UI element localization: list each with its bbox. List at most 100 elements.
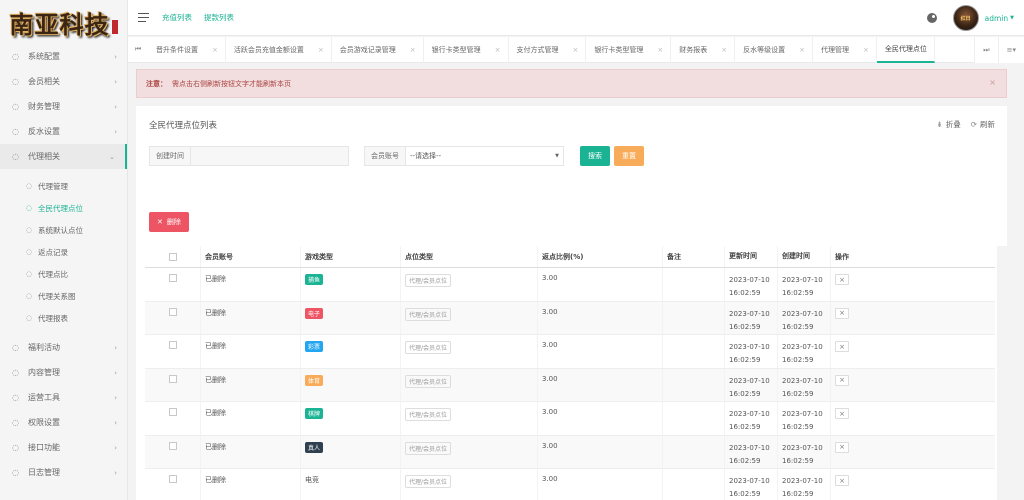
sidebar-subitem[interactable]: ◌ 返点记录 (0, 241, 127, 263)
cell-updated: 2023-07-10 16:02:59 (725, 402, 778, 435)
sidebar-item[interactable]: ◌ 接口功能 › (0, 435, 127, 460)
sidebar-item[interactable]: ◌ 日志管理 › (0, 460, 127, 485)
member-account-select[interactable]: --请选择-- ▼ (406, 147, 563, 165)
game-type-badge: 体育 (305, 374, 324, 386)
tab-item[interactable]: 活跃会员充值金额设置 × (226, 36, 332, 63)
table-row: 已删除 棋牌 代理/会员点位 3.00 2023-07-10 16:02:59 2023-0… (145, 402, 995, 436)
sidebar-subitem[interactable]: ◌ 代理报表 (0, 307, 127, 329)
sidebar-item[interactable]: ◌ 代理相关 ⌄ (0, 144, 127, 169)
close-icon[interactable]: × (495, 46, 501, 54)
close-icon[interactable]: × (573, 46, 579, 54)
search-button[interactable]: 搜索 (580, 146, 610, 166)
sidebar-item-label: 财务管理 (28, 102, 60, 111)
chevron-right-icon: › (114, 368, 117, 377)
circle-icon: ◌ (12, 368, 19, 377)
sidebar-item[interactable]: ◌ 内容管理 › (0, 360, 127, 385)
sidebar-item[interactable]: ◌ 运营工具 › (0, 385, 127, 410)
caret-down-icon[interactable]: ▼ (1010, 15, 1014, 21)
updated-time: 16:02:59 (729, 356, 761, 364)
row-delete-button[interactable]: × (835, 341, 849, 352)
row-delete-button[interactable]: × (835, 274, 849, 285)
updated-time: 16:02:59 (729, 423, 761, 431)
header-actions: 操作 (835, 252, 849, 261)
alert-close-icon[interactable]: × (989, 78, 996, 87)
cell-point-type: 代理/会员点位 (401, 368, 538, 401)
tab-item[interactable]: 全民代理点位 (876, 36, 935, 63)
refresh-button[interactable]: ⟳ 刷新 (971, 119, 995, 130)
avatar[interactable]: 红日 (952, 5, 979, 31)
top-link-recharge[interactable]: 充值列表 (162, 12, 192, 23)
theme-palette-icon[interactable] (926, 13, 937, 23)
sidebar-item[interactable]: ◌ 权限设置 › (0, 410, 127, 435)
cell-created: 2023-07-10 16:02:59 (778, 368, 831, 401)
tab-item[interactable]: 反水等级设置 × (735, 36, 813, 63)
avatar-text: 红日 (960, 15, 971, 22)
row-checkbox[interactable] (168, 475, 177, 483)
tab-item[interactable]: 银行卡类型管理 × (424, 36, 509, 63)
point-type-tag: 代理/会员点位 (405, 307, 452, 321)
row-delete-button[interactable]: × (835, 475, 849, 486)
tab-item[interactable]: 支付方式管理 × (509, 36, 587, 63)
sidebar-item[interactable]: ◌ 反水设置 › (0, 119, 127, 144)
row-checkbox[interactable] (168, 274, 177, 282)
tab-item[interactable]: 代理管理 × (813, 36, 877, 63)
sidebar-subitem[interactable]: ◌ 全民代理点位 (0, 197, 127, 219)
tab-scroll-left-icon[interactable]: ⏮ (128, 45, 148, 54)
sidebar-item[interactable]: ◌ 福利活动 › (0, 335, 127, 360)
tab-item[interactable]: 会员游戏记录管理 × (332, 36, 424, 63)
sidebar-item[interactable]: ◌ 系统配置 › (0, 44, 127, 69)
row-checkbox[interactable] (168, 374, 177, 383)
top-link-withdraw[interactable]: 提款列表 (204, 12, 234, 23)
row-checkbox[interactable] (168, 307, 177, 316)
collapse-button[interactable]: ⇟ 折叠 (936, 119, 960, 130)
checkbox-cell (145, 301, 201, 334)
row-checkbox[interactable] (168, 441, 177, 450)
close-icon[interactable]: × (863, 46, 869, 54)
tab-label: 晋升条件设置 (156, 45, 198, 54)
select-all-checkbox[interactable] (168, 252, 177, 261)
tab-scroll-right-icon[interactable]: ⏭ (974, 37, 997, 63)
cell-actions: × (831, 369, 995, 402)
delete-button[interactable]: ✕ 删除 (149, 212, 189, 232)
close-icon[interactable]: × (657, 46, 663, 54)
close-icon[interactable]: × (799, 46, 805, 54)
circle-icon: ◌ (12, 343, 19, 352)
tab-item[interactable]: 银行卡类型管理 × (586, 36, 672, 63)
table-scrollbar[interactable] (997, 246, 1007, 500)
hamburger-icon[interactable] (138, 13, 149, 22)
sidebar-subitem[interactable]: ◌ 代理点比 (0, 263, 127, 285)
row-delete-button[interactable]: × (835, 441, 849, 453)
tab-item[interactable]: 财务报表 × (671, 36, 736, 63)
tab-menu-icon[interactable]: ≡▾ (997, 37, 1024, 63)
row-delete-button[interactable]: × (835, 374, 849, 386)
header-updated: 更新时间 (725, 246, 778, 267)
close-icon[interactable]: × (212, 46, 218, 54)
cell-account: 已删除 (201, 335, 301, 368)
updated-time: 16:02:59 (729, 456, 761, 465)
sidebar-item[interactable]: ◌ 财务管理 › (0, 94, 127, 119)
reset-button[interactable]: 重置 (614, 146, 644, 166)
created-date: 2023-07-10 (782, 410, 823, 418)
close-icon[interactable]: × (721, 46, 727, 54)
created-time-input[interactable] (191, 147, 348, 165)
sidebar-subitem[interactable]: ◌ 代理关系图 (0, 285, 127, 307)
header-rebate-ratio: 返点比例(%) (538, 246, 663, 267)
row-checkbox[interactable] (168, 408, 177, 416)
sidebar-subitem[interactable]: ◌ 系统默认点位 (0, 219, 127, 241)
close-icon[interactable]: × (318, 46, 324, 54)
sidebar-item-label: 会员相关 (28, 77, 60, 86)
checkbox-cell (145, 402, 201, 435)
tab-label: 银行卡类型管理 (594, 45, 644, 54)
row-delete-button[interactable]: × (835, 307, 849, 319)
close-icon[interactable]: × (410, 46, 416, 54)
table-row: 已删除 彩票 代理/会员点位 3.00 2023-07-10 16:02:59 2023-0… (145, 335, 995, 369)
admin-username[interactable]: admin (985, 14, 1009, 23)
checkbox-cell (145, 268, 201, 301)
cell-game-type: 电子 (301, 301, 401, 334)
game-type-badge: 捕鱼 (305, 274, 324, 285)
row-checkbox[interactable] (168, 341, 177, 349)
tab-item[interactable]: 晋升条件设置 × (148, 36, 226, 63)
row-delete-button[interactable]: × (835, 408, 849, 419)
sidebar-item[interactable]: ◌ 会员相关 › (0, 69, 127, 94)
sidebar-subitem[interactable]: ◌ 代理管理 (0, 175, 127, 197)
